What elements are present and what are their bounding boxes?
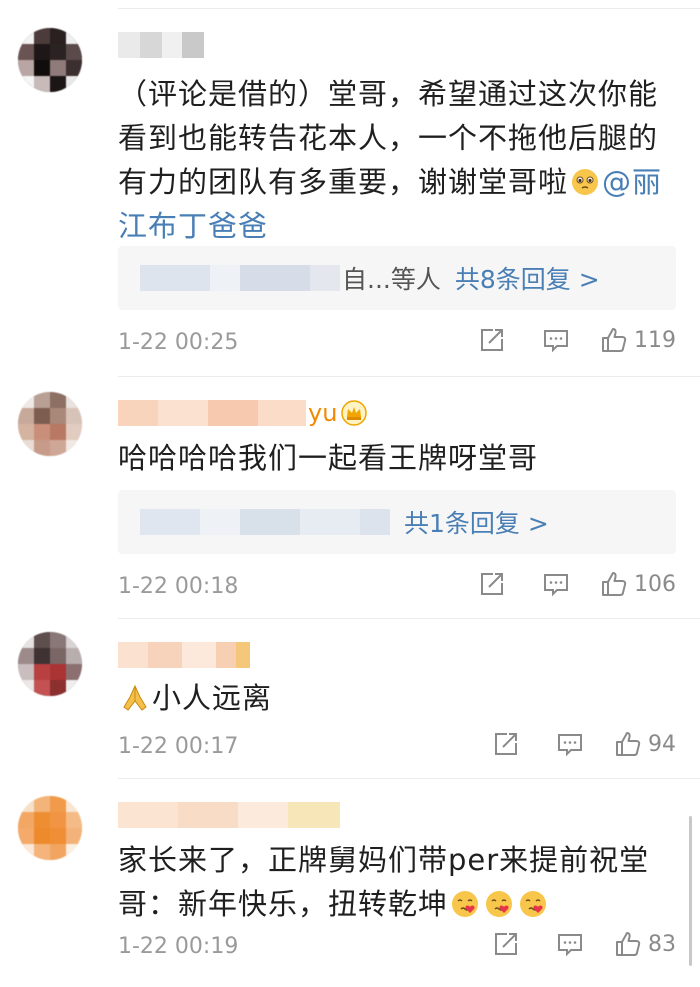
like-count: 83	[648, 931, 676, 957]
divider	[118, 8, 700, 9]
username[interactable]: yu	[118, 398, 368, 428]
comment-body: 小人远离	[152, 681, 273, 715]
comment-footer: 1-22 00:18 106	[118, 570, 676, 606]
username[interactable]	[118, 800, 340, 830]
like-button[interactable]: 83	[614, 930, 676, 958]
share-icon	[495, 733, 517, 755]
timestamp: 1-22 00:25	[118, 330, 239, 355]
action-bar: 106	[478, 570, 676, 598]
comment-button[interactable]	[556, 730, 584, 758]
reply-count-link[interactable]: 共8条回复 >	[455, 260, 600, 296]
face-blowing-kiss-emoji	[520, 891, 547, 917]
avatar[interactable]	[18, 392, 82, 456]
reply-preview[interactable]: 共1条回复 >	[118, 490, 676, 554]
share-button[interactable]	[478, 326, 506, 354]
comment-button[interactable]	[542, 570, 570, 598]
comment-body: 哈哈哈哈我们一起看王牌呀堂哥	[118, 441, 539, 475]
like-button[interactable]: 119	[600, 326, 676, 354]
comment-icon	[558, 734, 582, 757]
comment-button[interactable]	[556, 930, 584, 958]
crown-badge-icon	[341, 400, 368, 426]
share-button[interactable]	[478, 570, 506, 598]
comment-icon	[544, 574, 568, 597]
comment-icon	[558, 934, 582, 957]
face-blowing-kiss-emoji	[486, 891, 513, 917]
comment-text: （评论是借的）堂哥，希望通过这次你能看到也能转告花本人，一个不拖他后腿的有力的团…	[118, 72, 678, 248]
share-icon	[495, 933, 517, 955]
divider	[118, 778, 700, 779]
action-bar: 94	[492, 730, 676, 758]
comment-footer: 1-22 00:25 119	[118, 326, 676, 362]
username[interactable]	[118, 30, 204, 60]
divider	[118, 618, 700, 619]
reply-users: 自...等人	[342, 265, 441, 294]
thumbs-up-icon	[602, 328, 627, 352]
comment-icon	[544, 330, 568, 353]
timestamp: 1-22 00:17	[118, 734, 239, 759]
reply-count-link[interactable]: 共1条回复 >	[404, 504, 549, 540]
folded-hands-emoji	[123, 684, 147, 711]
scrollbar[interactable]	[689, 816, 692, 966]
avatar[interactable]	[18, 796, 82, 860]
like-count: 119	[634, 327, 676, 353]
face-blowing-kiss-emoji	[452, 891, 479, 917]
timestamp: 1-22 00:19	[118, 934, 239, 959]
like-button[interactable]: 106	[600, 570, 676, 598]
like-count: 106	[634, 571, 676, 597]
thumbs-up-icon	[616, 732, 641, 756]
timestamp: 1-22 00:18	[118, 574, 239, 599]
thumbs-up-icon	[602, 572, 627, 596]
divider	[118, 376, 700, 377]
username-suffix: yu	[308, 399, 338, 427]
like-button[interactable]: 94	[614, 730, 676, 758]
action-bar: 119	[478, 326, 676, 354]
comment-text: 家长来了，正牌舅妈们带per来提前祝堂哥：新年快乐，扭转乾坤	[118, 838, 678, 926]
comment-text: 小人远离	[118, 676, 678, 720]
like-count: 94	[648, 731, 676, 757]
share-button[interactable]	[492, 930, 520, 958]
share-icon	[481, 573, 503, 595]
comment-footer: 1-22 00:19 83	[118, 930, 676, 966]
reply-preview[interactable]: 自...等人 共8条回复 >	[118, 246, 676, 310]
comment-body: 家长来了，正牌舅妈们带per来提前祝堂哥：新年快乐，扭转乾坤	[118, 843, 650, 921]
comment-button[interactable]	[542, 326, 570, 354]
comment-footer: 1-22 00:17 94	[118, 730, 676, 766]
comment-text: 哈哈哈哈我们一起看王牌呀堂哥	[118, 436, 678, 480]
avatar[interactable]	[18, 632, 82, 696]
avatar[interactable]	[18, 28, 82, 92]
thumbs-up-icon	[616, 932, 641, 956]
username[interactable]	[118, 640, 250, 670]
action-bar: 83	[492, 930, 676, 958]
pleading-face-emoji	[572, 169, 599, 195]
share-button[interactable]	[492, 730, 520, 758]
share-icon	[481, 329, 503, 351]
